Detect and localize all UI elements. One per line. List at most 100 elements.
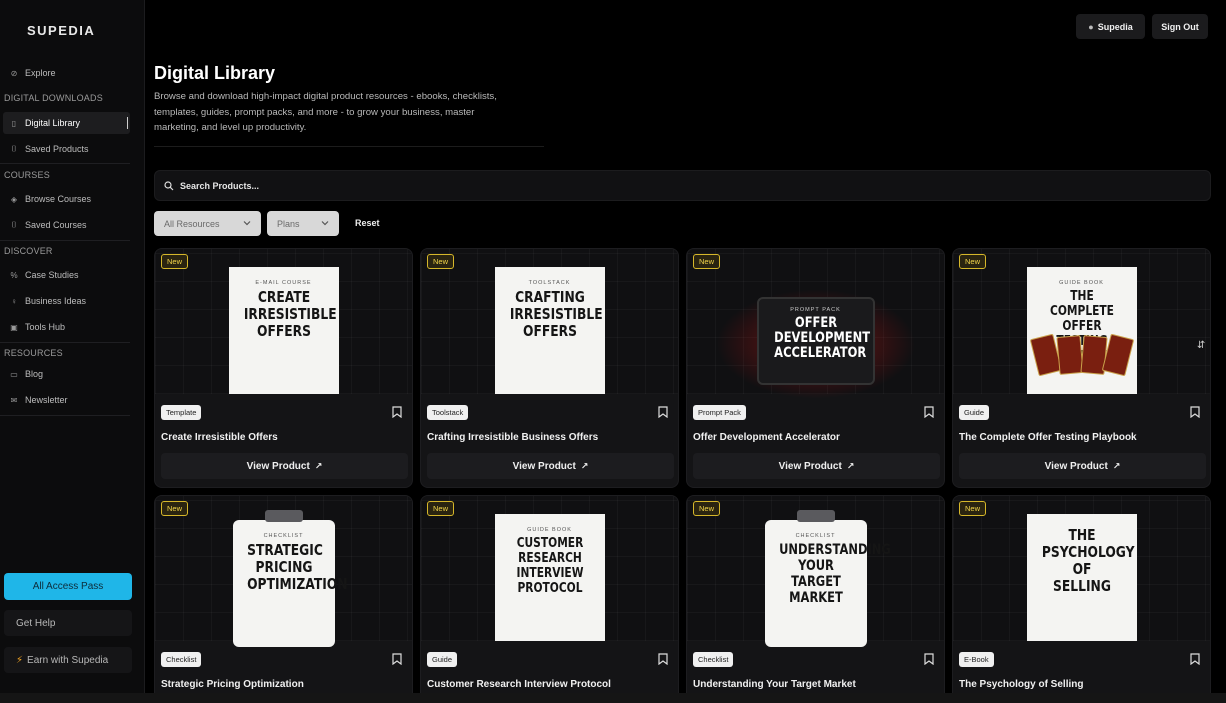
sidebar-item-newsletter[interactable]: ✉ Newsletter xyxy=(3,389,130,411)
bookmark-icon[interactable] xyxy=(924,406,934,418)
section-label-courses: COURSES xyxy=(4,170,50,180)
product-card[interactable]: CHECKLIST STRATEGIC PRICING OPTIMIZATION… xyxy=(154,495,413,703)
bookmark-icon[interactable] xyxy=(658,653,668,665)
view-product-button[interactable]: View Product ↗ xyxy=(427,453,674,479)
floating-action-icon[interactable]: ⇵ xyxy=(1197,340,1211,354)
product-card[interactable]: CHECKLIST UNDERSTANDING YOUR TARGET MARK… xyxy=(686,495,945,703)
header-divider xyxy=(154,146,544,147)
user-menu-button[interactable]: ● Supedia xyxy=(1076,14,1145,39)
section-label-digital-downloads: DIGITAL DOWNLOADS xyxy=(4,93,103,103)
sidebar-divider xyxy=(0,240,130,241)
sidebar-item-business-ideas[interactable]: ♀ Business Ideas xyxy=(3,290,130,312)
product-card[interactable]: GUIDE BOOK THE COMPLETE OFFER TESTING PL… xyxy=(952,248,1211,488)
bookmark-icon: ⌷ xyxy=(11,220,17,229)
sidebar-divider xyxy=(0,163,130,164)
bookmark-icon[interactable] xyxy=(658,406,668,418)
get-help-label: Get Help xyxy=(16,617,56,629)
product-title: Strategic Pricing Optimization xyxy=(161,679,304,690)
resources-filter-select[interactable]: All Resources xyxy=(154,211,261,236)
view-product-label: View Product xyxy=(512,460,576,472)
product-card[interactable]: GUIDE BOOK CUSTOMER RESEARCH INTERVIEW P… xyxy=(420,495,679,703)
sidebar-item-case-studies[interactable]: % Case Studies xyxy=(3,264,130,286)
earn-with-supedia-button[interactable]: ⚡ Earn with Supedia xyxy=(4,647,132,673)
bookmark-icon[interactable] xyxy=(924,653,934,665)
cover-kicker: E-MAIL COURSE xyxy=(255,280,312,286)
sign-out-button[interactable]: Sign Out xyxy=(1152,14,1208,39)
product-type-tag: E-Book xyxy=(959,652,994,667)
product-type-tag: Prompt Pack xyxy=(693,405,746,420)
new-badge: New xyxy=(427,254,455,269)
sidebar-item-explore[interactable]: ⊘ Explore xyxy=(3,62,130,84)
sidebar-item-saved-courses[interactable]: ⌷ Saved Courses xyxy=(3,214,130,236)
reset-filters-button[interactable]: Reset xyxy=(355,218,380,228)
cover-title: UNDERSTANDING YOUR TARGET MARKET xyxy=(778,542,891,606)
get-help-button[interactable]: Get Help xyxy=(4,610,132,636)
cover-title: STRATEGIC PRICING OPTIMIZATION xyxy=(246,541,348,593)
sidebar-item-tools-hub[interactable]: ▣ Tools Hub xyxy=(3,316,130,338)
cover-kicker: CHECKLIST xyxy=(795,533,836,539)
product-title: The Psychology of Selling xyxy=(959,679,1084,690)
bookmark-icon: ⌷ xyxy=(11,144,17,153)
sidebar-item-digital-library[interactable]: ▯ Digital Library xyxy=(3,112,130,134)
plans-filter-value: Plans xyxy=(277,218,300,229)
mail-icon: ✉ xyxy=(10,395,18,405)
bookmark-icon[interactable] xyxy=(1190,406,1200,418)
brand-logo[interactable]: SUPEDIA xyxy=(27,23,95,38)
new-badge: New xyxy=(161,501,189,516)
bookmark-icon[interactable] xyxy=(392,653,402,665)
lightbulb-icon: ♀ xyxy=(11,296,17,306)
product-card[interactable]: PROMPT PACK OFFER DEVELOPMENT ACCELERATO… xyxy=(686,248,945,488)
search-placeholder: Search Products... xyxy=(180,180,260,191)
view-product-button[interactable]: View Product ↗ xyxy=(693,453,940,479)
view-product-label: View Product xyxy=(246,460,310,472)
sidebar-item-label: Saved Products xyxy=(25,144,89,154)
layers-icon: ◈ xyxy=(10,194,18,204)
product-type-tag: Checklist xyxy=(693,652,734,667)
cover-kicker: GUIDE BOOK xyxy=(527,527,572,533)
sidebar-item-blog[interactable]: ▭ Blog xyxy=(3,363,130,385)
external-arrow-icon: ↗ xyxy=(580,460,589,471)
sidebar-item-label: Explore xyxy=(25,68,56,78)
playing-cards-illustration xyxy=(1029,333,1134,377)
cover-title: CREATE IRRESISTIBLE OFFERS xyxy=(243,288,337,340)
external-arrow-icon: ↗ xyxy=(314,460,323,471)
cover-kicker: PROMPT PACK xyxy=(790,307,841,313)
product-title: Create Irresistible Offers xyxy=(161,432,278,443)
new-badge: New xyxy=(161,254,189,269)
product-cover: THE PSYCHOLOGY OF SELLING xyxy=(1026,514,1137,641)
product-type-tag: Guide xyxy=(427,652,458,667)
bookmark-icon[interactable] xyxy=(392,406,402,418)
product-card[interactable]: E-MAIL COURSE CREATE IRRESISTIBLE OFFERS… xyxy=(154,248,413,488)
section-label-discover: DISCOVER xyxy=(4,246,53,256)
sidebar-item-label: Blog xyxy=(25,369,44,379)
sidebar-item-label: Digital Library xyxy=(25,118,81,128)
product-cover: GUIDE BOOK CUSTOMER RESEARCH INTERVIEW P… xyxy=(494,514,605,641)
sidebar-item-label: Case Studies xyxy=(25,270,79,280)
all-access-pass-button[interactable]: All Access Pass xyxy=(4,573,132,600)
sidebar-item-label: Business Ideas xyxy=(25,296,87,306)
search-input[interactable]: Search Products... xyxy=(154,170,1211,201)
view-product-button[interactable]: View Product ↗ xyxy=(161,453,408,479)
clipboard-clip xyxy=(796,510,835,522)
user-label: Supedia xyxy=(1097,21,1133,32)
sidebar-item-saved-products[interactable]: ⌷ Saved Products xyxy=(3,138,130,160)
sidebar-item-browse-courses[interactable]: ◈ Browse Courses xyxy=(3,188,130,210)
new-badge: New xyxy=(959,254,987,269)
percent-icon: % xyxy=(10,270,18,280)
plans-filter-select[interactable]: Plans xyxy=(267,211,339,236)
bookmark-icon[interactable] xyxy=(1190,653,1200,665)
blog-icon: ▭ xyxy=(10,369,18,379)
view-product-button[interactable]: View Product ↗ xyxy=(959,453,1206,479)
product-card[interactable]: THE PSYCHOLOGY OF SELLING New E-Book The… xyxy=(952,495,1211,703)
new-badge: New xyxy=(959,501,987,516)
cover-title: CRAFTING IRRESISTIBLE OFFERS xyxy=(509,288,603,340)
product-cover: CHECKLIST UNDERSTANDING YOUR TARGET MARK… xyxy=(764,520,891,647)
product-card[interactable]: TOOLSTACK CRAFTING IRRESISTIBLE OFFERS N… xyxy=(420,248,679,488)
view-product-label: View Product xyxy=(778,460,842,472)
bottom-bar xyxy=(0,693,1226,703)
search-icon xyxy=(164,180,174,190)
chevron-down-icon xyxy=(243,221,251,226)
product-cover: CHECKLIST STRATEGIC PRICING OPTIMIZATION xyxy=(232,520,348,647)
view-product-label: View Product xyxy=(1044,460,1108,472)
sidebar-item-label: Tools Hub xyxy=(25,322,66,332)
